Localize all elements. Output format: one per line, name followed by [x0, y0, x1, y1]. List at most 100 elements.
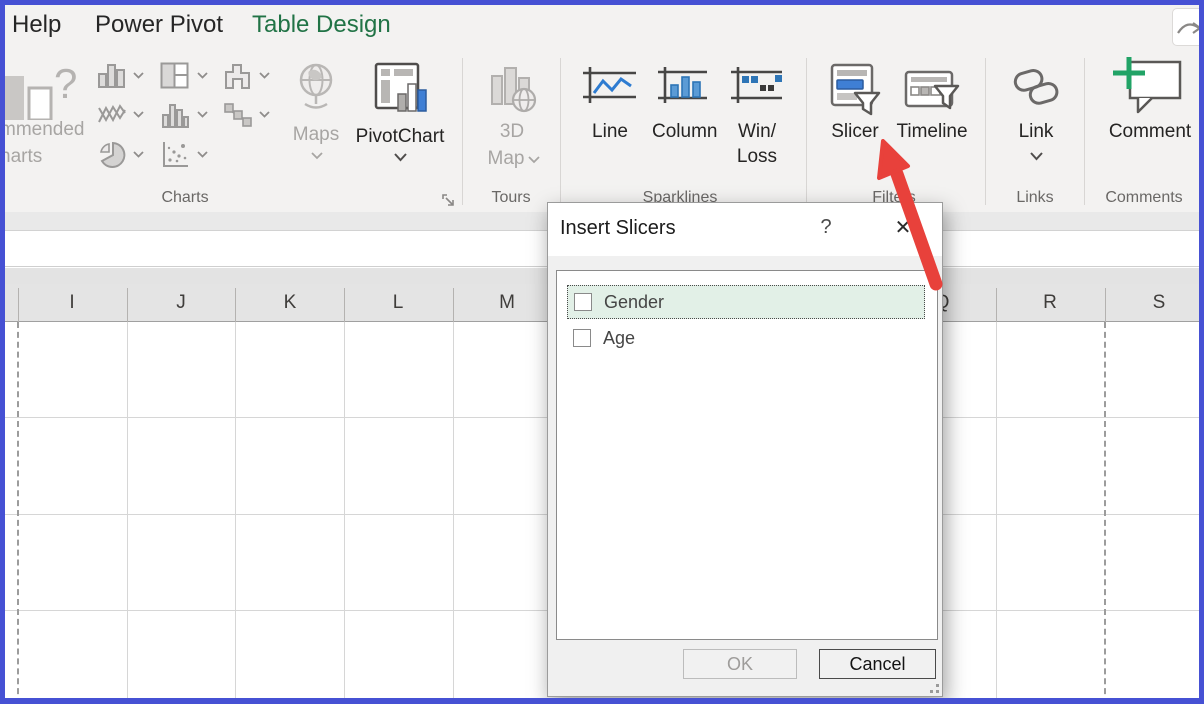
- dialog-launcher-icon[interactable]: [441, 193, 457, 209]
- maps-label: Maps: [288, 124, 344, 146]
- screenshot-border-bottom: [0, 698, 1204, 704]
- insert-line-chart-button[interactable]: [97, 101, 127, 133]
- screenshot-border-left: [0, 0, 5, 704]
- slicer-icon: [829, 62, 881, 118]
- chevron-down-icon[interactable]: [259, 72, 270, 79]
- tab-table-design[interactable]: Table Design: [252, 11, 391, 39]
- ribbon: Help Power Pivot Table Design ? mmended …: [0, 0, 1204, 212]
- column-header-l[interactable]: L: [393, 292, 404, 314]
- gridline: [235, 322, 236, 704]
- insert-waterfall-chart-button[interactable]: [223, 62, 253, 94]
- dialog-title-bar[interactable]: Insert Slicers ? ✕: [548, 203, 942, 256]
- screenshot-border-top: [0, 0, 1204, 5]
- pivotchart-icon: [374, 62, 428, 118]
- sparkline-line-button[interactable]: Line: [582, 62, 638, 172]
- column-header-m[interactable]: M: [499, 292, 515, 314]
- insert-combo-chart-button[interactable]: [223, 101, 253, 133]
- age-checkbox[interactable]: [573, 329, 591, 347]
- sparkline-column-label: Column: [652, 121, 714, 143]
- column-divider[interactable]: [18, 288, 19, 322]
- field-item-gender[interactable]: Gender: [567, 285, 925, 319]
- close-icon[interactable]: ✕: [886, 213, 920, 243]
- globe-maps-icon: [293, 61, 339, 113]
- age-label: Age: [603, 328, 635, 349]
- chevron-down-icon[interactable]: [133, 151, 144, 158]
- pivotchart-button[interactable]: PivotChart: [352, 58, 448, 178]
- chevron-down-icon[interactable]: [197, 151, 208, 158]
- resize-grip[interactable]: [927, 681, 939, 693]
- comment-label: Comment: [1104, 121, 1196, 143]
- column-divider[interactable]: [127, 288, 128, 322]
- column-chart-icon: [97, 62, 127, 89]
- sparkline-winloss-icon: [730, 66, 784, 104]
- cancel-button[interactable]: Cancel: [819, 649, 936, 679]
- group-separator: [985, 58, 986, 205]
- sparkline-column-button[interactable]: Column: [652, 62, 714, 172]
- screenshot-border-right: [1199, 0, 1204, 704]
- waterfall-chart-icon: [223, 62, 253, 89]
- insert-hierarchy-chart-button[interactable]: [160, 62, 190, 94]
- column-header-s[interactable]: S: [1153, 292, 1166, 314]
- scatter-chart-icon: [160, 140, 190, 169]
- pie-chart-icon: [97, 140, 127, 169]
- field-item-age[interactable]: Age: [567, 321, 925, 355]
- link-label: Link: [1008, 121, 1064, 143]
- column-header-j[interactable]: J: [176, 292, 186, 314]
- combo-chart-icon: [223, 101, 253, 128]
- chevron-down-icon: [528, 156, 540, 164]
- group-label-tours: Tours: [481, 189, 541, 207]
- sparkline-winloss-button[interactable]: Win/ Loss: [728, 62, 786, 172]
- group-label-links: Links: [1000, 189, 1070, 207]
- sparkline-line-icon: [582, 66, 638, 104]
- column-divider[interactable]: [235, 288, 236, 322]
- timeline-label: Timeline: [896, 121, 968, 143]
- column-divider[interactable]: [453, 288, 454, 322]
- group-separator: [560, 58, 561, 205]
- insert-scatter-chart-button[interactable]: [160, 140, 190, 174]
- slicer-label: Slicer: [826, 121, 884, 143]
- 3d-map-label-1: 3D: [480, 121, 544, 143]
- sparkline-column-icon: [657, 66, 709, 104]
- chevron-down-icon[interactable]: [197, 111, 208, 118]
- chevron-down-icon[interactable]: [133, 72, 144, 79]
- chevron-down-icon[interactable]: [259, 111, 270, 118]
- link-button[interactable]: Link: [1008, 60, 1064, 176]
- column-divider[interactable]: [996, 288, 997, 322]
- group-separator: [1084, 58, 1085, 205]
- 3d-map-button[interactable]: 3D Map: [480, 60, 544, 180]
- sparkline-line-label: Line: [582, 121, 638, 143]
- recommended-charts-button[interactable]: ? mmended harts: [0, 56, 88, 178]
- column-header-i[interactable]: I: [69, 292, 74, 314]
- slicer-field-list: Gender Age: [556, 270, 938, 640]
- recommended-charts-label-1: mmended: [0, 119, 88, 141]
- chevron-down-icon[interactable]: [197, 72, 208, 79]
- chevron-down-icon: [1030, 152, 1043, 161]
- chevron-down-icon[interactable]: [133, 111, 144, 118]
- insert-statistic-chart-button[interactable]: [160, 101, 190, 133]
- slicer-button[interactable]: Slicer: [826, 60, 884, 170]
- maps-button[interactable]: Maps: [288, 58, 344, 178]
- column-divider[interactable]: [1105, 288, 1106, 322]
- insert-pie-chart-button[interactable]: [97, 140, 127, 174]
- gridline: [453, 322, 454, 704]
- tab-help[interactable]: Help: [12, 11, 61, 39]
- insert-column-chart-button[interactable]: [97, 62, 127, 94]
- gender-checkbox[interactable]: [574, 293, 592, 311]
- gridline: [344, 322, 345, 704]
- insert-slicers-dialog: Insert Slicers ? ✕ Gender Age OK Cancel: [547, 202, 943, 697]
- column-header-k[interactable]: K: [284, 292, 297, 314]
- link-icon: [1011, 64, 1061, 114]
- column-divider[interactable]: [344, 288, 345, 322]
- 3d-map-icon: [486, 64, 538, 114]
- svg-text:?: ?: [54, 60, 77, 107]
- group-label-comments: Comments: [1098, 189, 1190, 207]
- timeline-button[interactable]: Timeline: [896, 60, 968, 170]
- ok-button[interactable]: OK: [683, 649, 797, 679]
- new-comment-button[interactable]: Comment: [1104, 54, 1196, 170]
- page-break-line: [17, 322, 19, 704]
- excel-window: Help Power Pivot Table Design ? mmended …: [0, 0, 1204, 704]
- page-break-line: [1104, 322, 1106, 704]
- help-icon[interactable]: ?: [814, 216, 838, 242]
- tab-power-pivot[interactable]: Power Pivot: [95, 11, 223, 39]
- column-header-r[interactable]: R: [1043, 292, 1057, 314]
